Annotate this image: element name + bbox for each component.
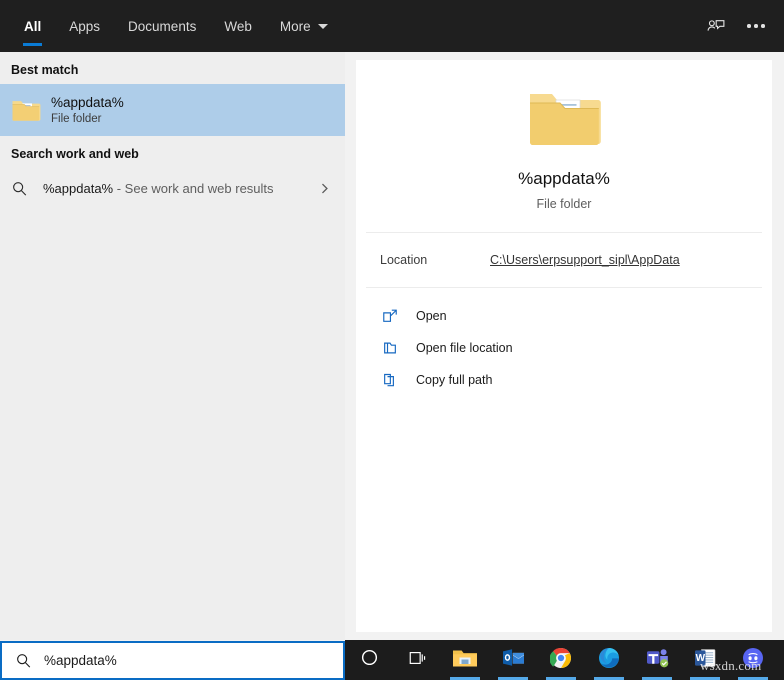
- result-item-web-search[interactable]: %appdata% - See work and web results: [0, 168, 345, 208]
- taskbar-item-outlook[interactable]: [489, 640, 537, 680]
- tab-all[interactable]: All: [10, 0, 55, 52]
- action-open-label: Open: [416, 309, 447, 323]
- tab-apps-label: Apps: [69, 19, 100, 34]
- location-path-link[interactable]: C:\Users\erpsupport_sipl\AppData: [490, 253, 680, 267]
- action-list: Open Open file location: [356, 288, 772, 396]
- search-icon: [11, 180, 43, 197]
- ellipsis-icon[interactable]: [736, 6, 776, 46]
- folder-icon: [11, 97, 47, 123]
- taskbar-item-teams[interactable]: [633, 640, 681, 680]
- word-icon: W: [694, 647, 716, 674]
- taskbar-item-discord[interactable]: [729, 640, 777, 680]
- result-item-text: %appdata% File folder: [51, 94, 124, 127]
- chrome-icon: [550, 647, 572, 674]
- copy-icon: [382, 372, 416, 388]
- taskbar-item-word[interactable]: W: [681, 640, 729, 680]
- action-copy-full-path[interactable]: Copy full path: [356, 364, 772, 396]
- result-item-appdata[interactable]: %appdata% File folder: [0, 84, 345, 136]
- results-pane: Best match: [0, 52, 345, 640]
- folder-large-icon: [527, 86, 601, 157]
- tab-apps[interactable]: Apps: [55, 0, 114, 52]
- tab-documents[interactable]: Documents: [114, 0, 210, 52]
- taskbar: W: [345, 640, 784, 680]
- preview-title: %appdata%: [518, 169, 610, 189]
- taskbar-item-file-explorer[interactable]: [441, 640, 489, 680]
- result-item-title: %appdata%: [51, 94, 124, 111]
- taskbar-item-task-view[interactable]: [393, 640, 441, 680]
- search-box[interactable]: %appdata%: [0, 641, 345, 680]
- action-open[interactable]: Open: [356, 300, 772, 332]
- taskbar-item-cortana[interactable]: [345, 640, 393, 680]
- ellipsis-dots: [747, 24, 765, 28]
- folder-open-icon: [382, 340, 416, 356]
- svg-text:W: W: [696, 653, 706, 664]
- location-label: Location: [380, 253, 490, 267]
- action-open-file-location[interactable]: Open file location: [356, 332, 772, 364]
- tab-list: All Apps Documents Web More: [0, 0, 342, 52]
- chevron-right-icon[interactable]: [318, 182, 331, 195]
- action-open-file-location-label: Open file location: [416, 341, 513, 355]
- task-view-icon: [407, 649, 427, 672]
- tab-more[interactable]: More: [266, 0, 342, 52]
- web-search-query: %appdata%: [43, 181, 113, 196]
- web-search-suffix: - See work and web results: [113, 181, 273, 196]
- teams-icon: [646, 647, 669, 673]
- outlook-icon: [502, 647, 525, 673]
- preview-pane: %appdata% File folder Location C:\Users\…: [356, 60, 772, 632]
- taskbar-item-edge[interactable]: [585, 640, 633, 680]
- search-input[interactable]: %appdata%: [44, 653, 117, 668]
- location-row: Location C:\Users\erpsupport_sipl\AppDat…: [356, 233, 772, 287]
- tab-web-label: Web: [224, 19, 252, 34]
- tab-more-label: More: [280, 19, 311, 34]
- search-work-and-web-header: Search work and web: [0, 136, 345, 168]
- tab-web[interactable]: Web: [210, 0, 266, 52]
- cortana-circle-icon: [360, 648, 379, 672]
- edge-icon: [598, 647, 620, 674]
- best-match-header: Best match: [0, 52, 345, 84]
- search-icon: [2, 652, 44, 669]
- web-search-label: %appdata% - See work and web results: [43, 181, 274, 196]
- windows-search-overlay: All Apps Documents Web More: [0, 0, 784, 680]
- tab-bar-actions: [696, 0, 776, 52]
- preview-hero: %appdata% File folder: [356, 60, 772, 232]
- open-external-icon: [382, 308, 416, 324]
- chevron-down-icon: [318, 24, 328, 29]
- search-tab-bar: All Apps Documents Web More: [0, 0, 784, 52]
- preview-subtitle: File folder: [537, 197, 592, 211]
- tab-all-label: All: [24, 19, 41, 34]
- file-explorer-icon: [452, 647, 478, 674]
- action-copy-full-path-label: Copy full path: [416, 373, 492, 387]
- tab-documents-label: Documents: [128, 19, 196, 34]
- taskbar-item-chrome[interactable]: [537, 640, 585, 680]
- feedback-person-icon[interactable]: [696, 6, 736, 46]
- discord-icon: [742, 647, 764, 674]
- result-item-subtitle: File folder: [51, 111, 124, 127]
